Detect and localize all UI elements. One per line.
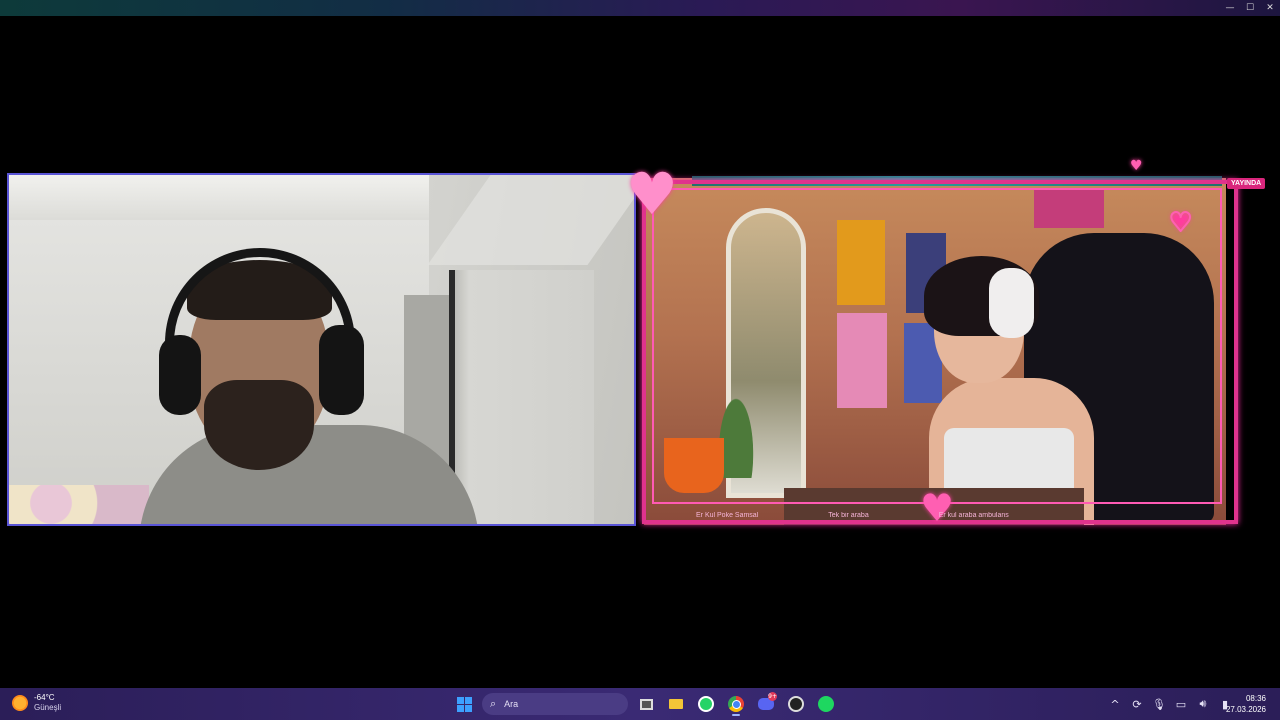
plant-pot [664, 438, 724, 493]
wardrobe [449, 270, 594, 524]
clock-time: 08:36 [1245, 694, 1266, 703]
obs-icon [788, 696, 804, 712]
headset-icon [989, 268, 1034, 338]
wall-poster [1034, 188, 1104, 228]
sync-icon[interactable]: ⟳ [1128, 692, 1146, 716]
volume-icon[interactable]: 🔊︎ [1194, 692, 1212, 716]
task-view-icon [639, 698, 653, 710]
notification-badge: 9+ [768, 692, 777, 701]
microphone-icon[interactable]: 🎙︎ [1150, 692, 1168, 716]
taskbar: -64°C Güneşli ⌕ Ara 9+ ^ ⟳ 🎙︎ ▭ 🔊︎ ▮ 08:… [0, 688, 1280, 720]
maximize-button[interactable]: ☐ [1240, 0, 1260, 16]
folder-icon [669, 699, 683, 709]
whatsapp-button[interactable] [694, 692, 718, 716]
window-title-bar: — ☐ ✕ [0, 0, 1280, 16]
bed-blanket [9, 485, 149, 524]
wall-poster [837, 313, 887, 408]
weather-condition: Güneşli [34, 703, 62, 712]
tray-overflow-chevron-icon[interactable]: ^ [1106, 692, 1124, 716]
window-controls: — ☐ ✕ [1220, 0, 1280, 16]
sun-icon [12, 695, 28, 711]
discord-button[interactable]: 9+ [754, 692, 778, 716]
spotify-icon [818, 696, 834, 712]
clock-date: 27.03.2026 [1225, 705, 1266, 714]
weather-widget[interactable]: -64°C Güneşli [12, 693, 61, 713]
windows-logo-icon [456, 696, 472, 712]
spotify-button[interactable] [814, 692, 838, 716]
left-webcam-feed [7, 173, 636, 526]
live-badge: YAYINDA [1227, 178, 1266, 189]
minimize-button[interactable]: — [1220, 0, 1240, 16]
headphone-right-cup [319, 325, 364, 415]
taskbar-clock[interactable]: 08:36 27.03.2026 [1226, 693, 1266, 715]
weather-text: -64°C Güneşli [34, 693, 61, 713]
person-beard [204, 380, 314, 470]
heart-icon: ♥ [1130, 158, 1143, 174]
obs-button[interactable] [784, 692, 808, 716]
search-icon: ⌕ [490, 697, 497, 710]
chrome-button[interactable] [724, 692, 748, 716]
desk [784, 488, 1084, 525]
start-button[interactable] [452, 692, 476, 716]
taskbar-search[interactable]: ⌕ Ara [482, 693, 628, 715]
weather-temp: -64°C [34, 693, 55, 702]
search-placeholder: Ara [504, 699, 519, 709]
wall-poster [837, 220, 885, 305]
chrome-icon [728, 696, 744, 712]
file-explorer-button[interactable] [664, 692, 688, 716]
taskbar-center: ⌕ Ara 9+ [452, 692, 838, 716]
close-button[interactable]: ✕ [1260, 0, 1280, 16]
system-tray: ^ ⟳ 🎙︎ ▭ 🔊︎ ▮ [1106, 692, 1234, 716]
display-icon[interactable]: ▭ [1172, 692, 1190, 716]
right-stream-feed [644, 178, 1226, 525]
task-view-button[interactable] [634, 692, 658, 716]
whatsapp-icon [698, 696, 714, 712]
headphone-left-cup [159, 335, 201, 415]
